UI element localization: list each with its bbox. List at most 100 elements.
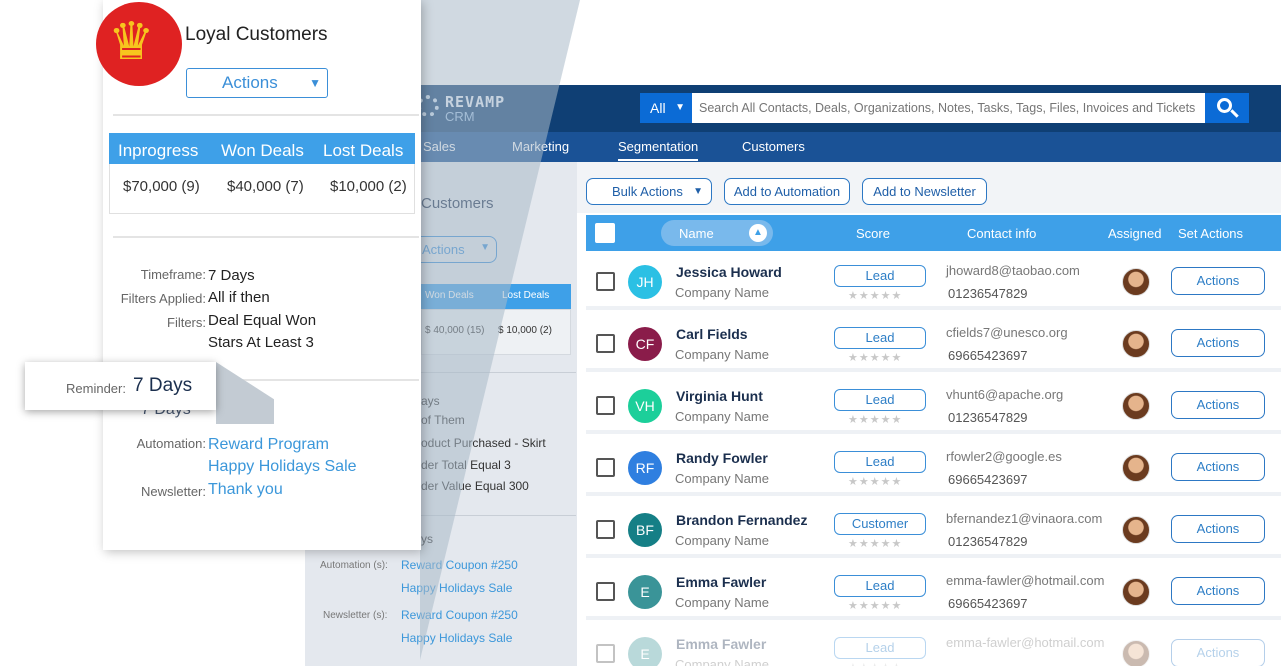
company-name: Company Name (675, 347, 769, 362)
row-checkbox[interactable] (596, 644, 615, 663)
row-actions-button[interactable]: Actions (1171, 639, 1265, 666)
row-checkbox[interactable] (596, 582, 615, 601)
contact-email: bfernandez1@vinaora.com (946, 511, 1103, 526)
row-checkbox[interactable] (596, 334, 615, 353)
score-stars-icon: ★★★★★ (848, 476, 903, 488)
nav-customers[interactable]: Customers (742, 139, 805, 154)
contact-avatar: BF (628, 513, 662, 547)
card-shadow (420, 0, 580, 660)
newsletter-link[interactable]: Thank you (208, 481, 283, 499)
assigned-agent-avatar[interactable] (1122, 392, 1150, 420)
contact-avatar: RF (628, 451, 662, 485)
search-scope-select[interactable]: All ▼ (640, 93, 692, 123)
contact-phone: 01236547829 (948, 410, 1028, 425)
caret-down-icon: ▼ (309, 76, 321, 90)
status-tag: Lead (834, 265, 926, 287)
contact-phone: 01236547829 (948, 286, 1028, 301)
assigned-agent-avatar[interactable] (1122, 516, 1150, 544)
score-stars-icon: ★★★★★ (848, 538, 903, 550)
nav-segmentation[interactable]: Segmentation (618, 139, 699, 161)
score-stars-icon: ★★★★★ (848, 352, 903, 364)
contact-name[interactable]: Randy Fowler (676, 450, 768, 466)
select-all-checkbox[interactable] (595, 223, 615, 243)
lost-deals-value: $10,000 (2) (330, 178, 407, 195)
row-actions-button[interactable]: Actions (1171, 391, 1265, 419)
contact-email: vhunt6@apache.org (946, 387, 1064, 402)
contact-name[interactable]: Brandon Fernandez (676, 512, 807, 528)
table-row[interactable]: E Emma Fawler Company Name Lead ★★★★★ emma-fa… (586, 624, 1281, 666)
deal-stats-header: Inprogress Won Deals Lost Deals (109, 133, 415, 164)
contact-phone: 69665423697 (948, 472, 1028, 487)
search-button[interactable] (1205, 93, 1249, 123)
contact-email: rfowler2@google.es (946, 449, 1062, 464)
row-checkbox[interactable] (596, 520, 615, 539)
row-actions-button[interactable]: Actions (1171, 515, 1265, 543)
deal-stats-values: $70,000 (9) $40,000 (7) $10,000 (2) (109, 164, 415, 214)
contact-name[interactable]: Jessica Howard (676, 264, 782, 280)
contact-phone: 01236547829 (948, 534, 1028, 549)
contact-name[interactable]: Carl Fields (676, 326, 748, 342)
assigned-agent-avatar[interactable] (1122, 578, 1150, 606)
row-actions-button[interactable]: Actions (1171, 267, 1265, 295)
bulk-actions-button[interactable]: Bulk Actions ▼ (586, 178, 712, 205)
assigned-agent-avatar[interactable] (1122, 268, 1150, 296)
timeframe-label: Timeframe: (140, 267, 206, 282)
score-header: Score (856, 226, 890, 241)
table-row[interactable]: E Emma Fawler Company Name Lead ★★★★★ emma-fa… (586, 562, 1281, 620)
company-name: Company Name (675, 657, 769, 666)
assigned-agent-avatar[interactable] (1122, 454, 1150, 482)
table-row[interactable]: RF Randy Fowler Company Name Lead ★★★★★ rfowl… (586, 438, 1281, 496)
row-actions-button[interactable]: Actions (1171, 577, 1265, 605)
table-row[interactable]: JH Jessica Howard Company Name Lead ★★★★★ jho… (586, 252, 1281, 310)
assigned-agent-avatar[interactable] (1122, 330, 1150, 358)
caret-down-icon: ▼ (693, 186, 703, 197)
contact-avatar: VH (628, 389, 662, 423)
row-checkbox[interactable] (596, 396, 615, 415)
contact-email: jhoward8@taobao.com (946, 263, 1080, 278)
card-actions-button[interactable]: Actions ▼ (186, 68, 328, 98)
status-tag: Lead (834, 575, 926, 597)
reminder-label: Reminder: (66, 381, 126, 396)
set-actions-header: Set Actions (1178, 226, 1244, 241)
reminder-highlight: Reminder: 7 Days (25, 362, 216, 410)
table-row[interactable]: VH Virginia Hunt Company Name Lead ★★★★★ vhun… (586, 376, 1281, 434)
inprogress-header: Inprogress (118, 141, 199, 160)
sort-arrow-icon: ▲ (749, 224, 767, 242)
search-input[interactable] (692, 93, 1205, 123)
contact-name[interactable]: Emma Fawler (676, 574, 766, 590)
name-sort-header[interactable]: Name ▲ (661, 220, 773, 246)
search-scope-label: All (650, 100, 666, 116)
add-to-automation-button[interactable]: Add to Automation (724, 178, 850, 205)
automation-label: Automation (s): (320, 560, 388, 571)
status-tag: Lead (834, 637, 926, 659)
table-row[interactable]: CF Carl Fields Company Name Lead ★★★★★ cfield… (586, 314, 1281, 372)
row-actions-button[interactable]: Actions (1171, 329, 1265, 357)
divider (113, 236, 419, 238)
contact-name[interactable]: Emma Fawler (676, 636, 766, 652)
score-stars-icon: ★★★★★ (848, 661, 902, 666)
add-to-newsletter-button[interactable]: Add to Newsletter (862, 178, 987, 205)
caret-down-icon: ▼ (675, 102, 685, 113)
filter-value: Stars At Least 3 (208, 334, 314, 351)
newsletter-label: Newsletter (s): (323, 610, 388, 621)
assigned-agent-avatar[interactable] (1122, 640, 1150, 666)
card-title: Loyal Customers (185, 24, 328, 45)
contact-name[interactable]: Virginia Hunt (676, 388, 763, 404)
table-row[interactable]: BF Brandon Fernandez Company Name Customer ★… (586, 500, 1281, 558)
contact-avatar: E (628, 575, 662, 609)
score-stars-icon: ★★★★★ (848, 290, 903, 302)
contact-email: cfields7@unesco.org (946, 325, 1068, 340)
score-stars-icon: ★★★★★ (848, 600, 903, 612)
table-header: Name ▲ Score Contact info Assigned Set A… (586, 215, 1281, 251)
filter-value: Deal Equal Won (208, 312, 317, 329)
score-stars-icon: ★★★★★ (848, 414, 903, 426)
row-checkbox[interactable] (596, 458, 615, 477)
row-checkbox[interactable] (596, 272, 615, 291)
bulk-toolbar: Bulk Actions ▼ Add to Automation Add to … (577, 162, 1281, 213)
row-actions-button[interactable]: Actions (1171, 453, 1265, 481)
automation-link[interactable]: Reward Program (208, 436, 329, 454)
company-name: Company Name (675, 471, 769, 486)
automation-link[interactable]: Happy Holidays Sale (208, 458, 357, 476)
contact-avatar: E (628, 637, 662, 666)
automation-label: Automation: (136, 436, 206, 451)
